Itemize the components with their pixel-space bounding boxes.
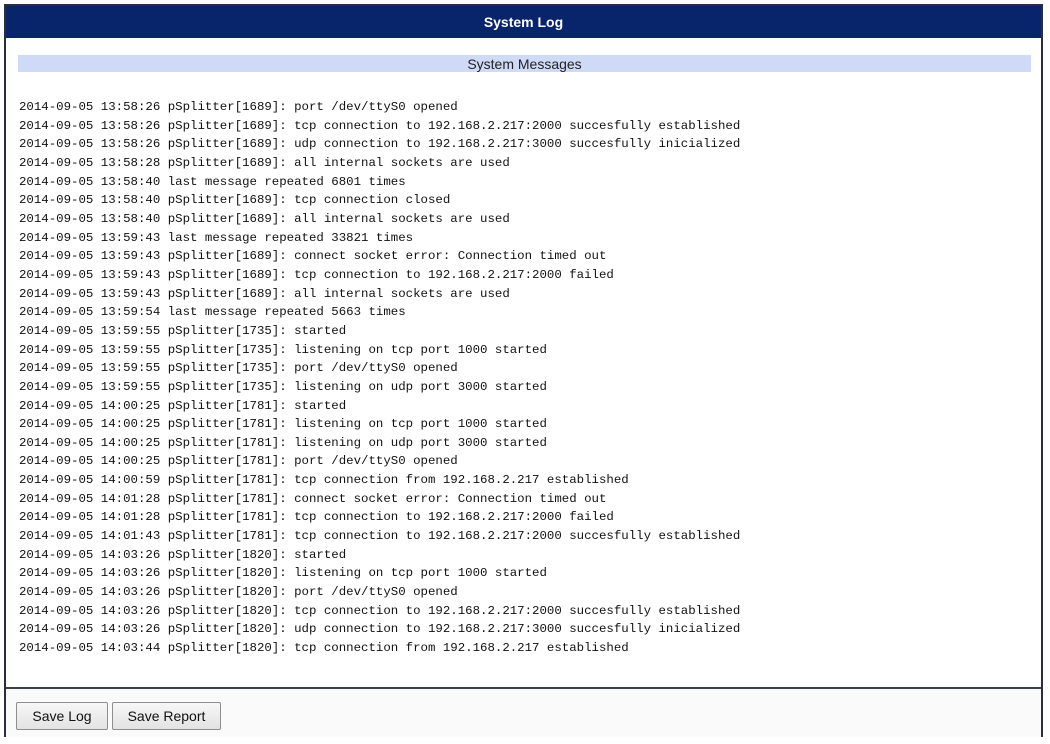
- save-report-button[interactable]: Save Report: [112, 702, 221, 730]
- log-line: 2014-09-05 14:03:26 pSplitter[1820]: sta…: [19, 547, 347, 562]
- log-line: 2014-09-05 14:00:25 pSplitter[1781]: sta…: [19, 398, 347, 413]
- log-line: 2014-09-05 14:00:59 pSplitter[1781]: tcp…: [19, 473, 629, 488]
- log-line: 2014-09-05 14:03:44 pSplitter[1820]: tcp…: [19, 641, 629, 656]
- log-line: 2014-09-05 14:00:25 pSplitter[1781]: lis…: [19, 417, 547, 432]
- system-log-window: System Log System Messages 2014-09-05 13…: [4, 4, 1043, 737]
- log-line: 2014-09-05 14:01:28 pSplitter[1781]: con…: [19, 491, 607, 506]
- window-title-bar: System Log: [6, 6, 1041, 38]
- section-title: System Messages: [467, 55, 582, 72]
- log-text-area: 2014-09-05 13:58:26 pSplitter[1689]: por…: [19, 98, 740, 658]
- log-line: 2014-09-05 13:58:26 pSplitter[1689]: udp…: [19, 137, 741, 152]
- log-line: 2014-09-05 14:01:43 pSplitter[1781]: tcp…: [19, 529, 741, 544]
- log-line: 2014-09-05 14:03:26 pSplitter[1820]: udp…: [19, 622, 741, 637]
- log-line: 2014-09-05 14:00:25 pSplitter[1781]: por…: [19, 454, 458, 469]
- log-line: 2014-09-05 14:03:26 pSplitter[1820]: lis…: [19, 566, 547, 581]
- log-line: 2014-09-05 13:59:43 pSplitter[1689]: tcp…: [19, 267, 614, 282]
- log-line: 2014-09-05 13:58:40 last message repeate…: [19, 174, 406, 189]
- log-line: 2014-09-05 14:00:25 pSplitter[1781]: lis…: [19, 435, 547, 450]
- log-line: 2014-09-05 13:59:43 pSplitter[1689]: con…: [19, 249, 607, 264]
- log-line: 2014-09-05 13:58:26 pSplitter[1689]: por…: [19, 100, 458, 114]
- window-title: System Log: [483, 14, 564, 30]
- log-line: 2014-09-05 13:59:43 last message repeate…: [19, 230, 414, 245]
- log-line: 2014-09-05 14:01:28 pSplitter[1781]: tcp…: [19, 510, 614, 525]
- footer-bar: Save Log Save Report: [6, 687, 1041, 737]
- log-line: 2014-09-05 14:03:26 pSplitter[1820]: por…: [19, 585, 458, 600]
- log-line: 2014-09-05 13:59:43 pSplitter[1689]: all…: [19, 286, 510, 301]
- log-line: 2014-09-05 13:59:55 pSplitter[1735]: por…: [19, 361, 458, 376]
- log-line: 2014-09-05 14:03:26 pSplitter[1820]: tcp…: [19, 603, 741, 618]
- log-line: 2014-09-05 13:58:26 pSplitter[1689]: tcp…: [19, 118, 741, 133]
- log-line: 2014-09-05 13:58:40 pSplitter[1689]: tcp…: [19, 193, 451, 208]
- log-line: 2014-09-05 13:59:54 last message repeate…: [19, 305, 406, 320]
- save-log-button[interactable]: Save Log: [16, 702, 108, 730]
- log-line: 2014-09-05 13:58:40 pSplitter[1689]: all…: [19, 211, 510, 226]
- log-line: 2014-09-05 13:59:55 pSplitter[1735]: lis…: [19, 379, 547, 394]
- log-line: 2014-09-05 13:58:28 pSplitter[1689]: all…: [19, 155, 510, 170]
- section-header: System Messages: [18, 55, 1031, 72]
- log-line: 2014-09-05 13:59:55 pSplitter[1735]: lis…: [19, 342, 547, 357]
- log-line: 2014-09-05 13:59:55 pSplitter[1735]: sta…: [19, 323, 347, 338]
